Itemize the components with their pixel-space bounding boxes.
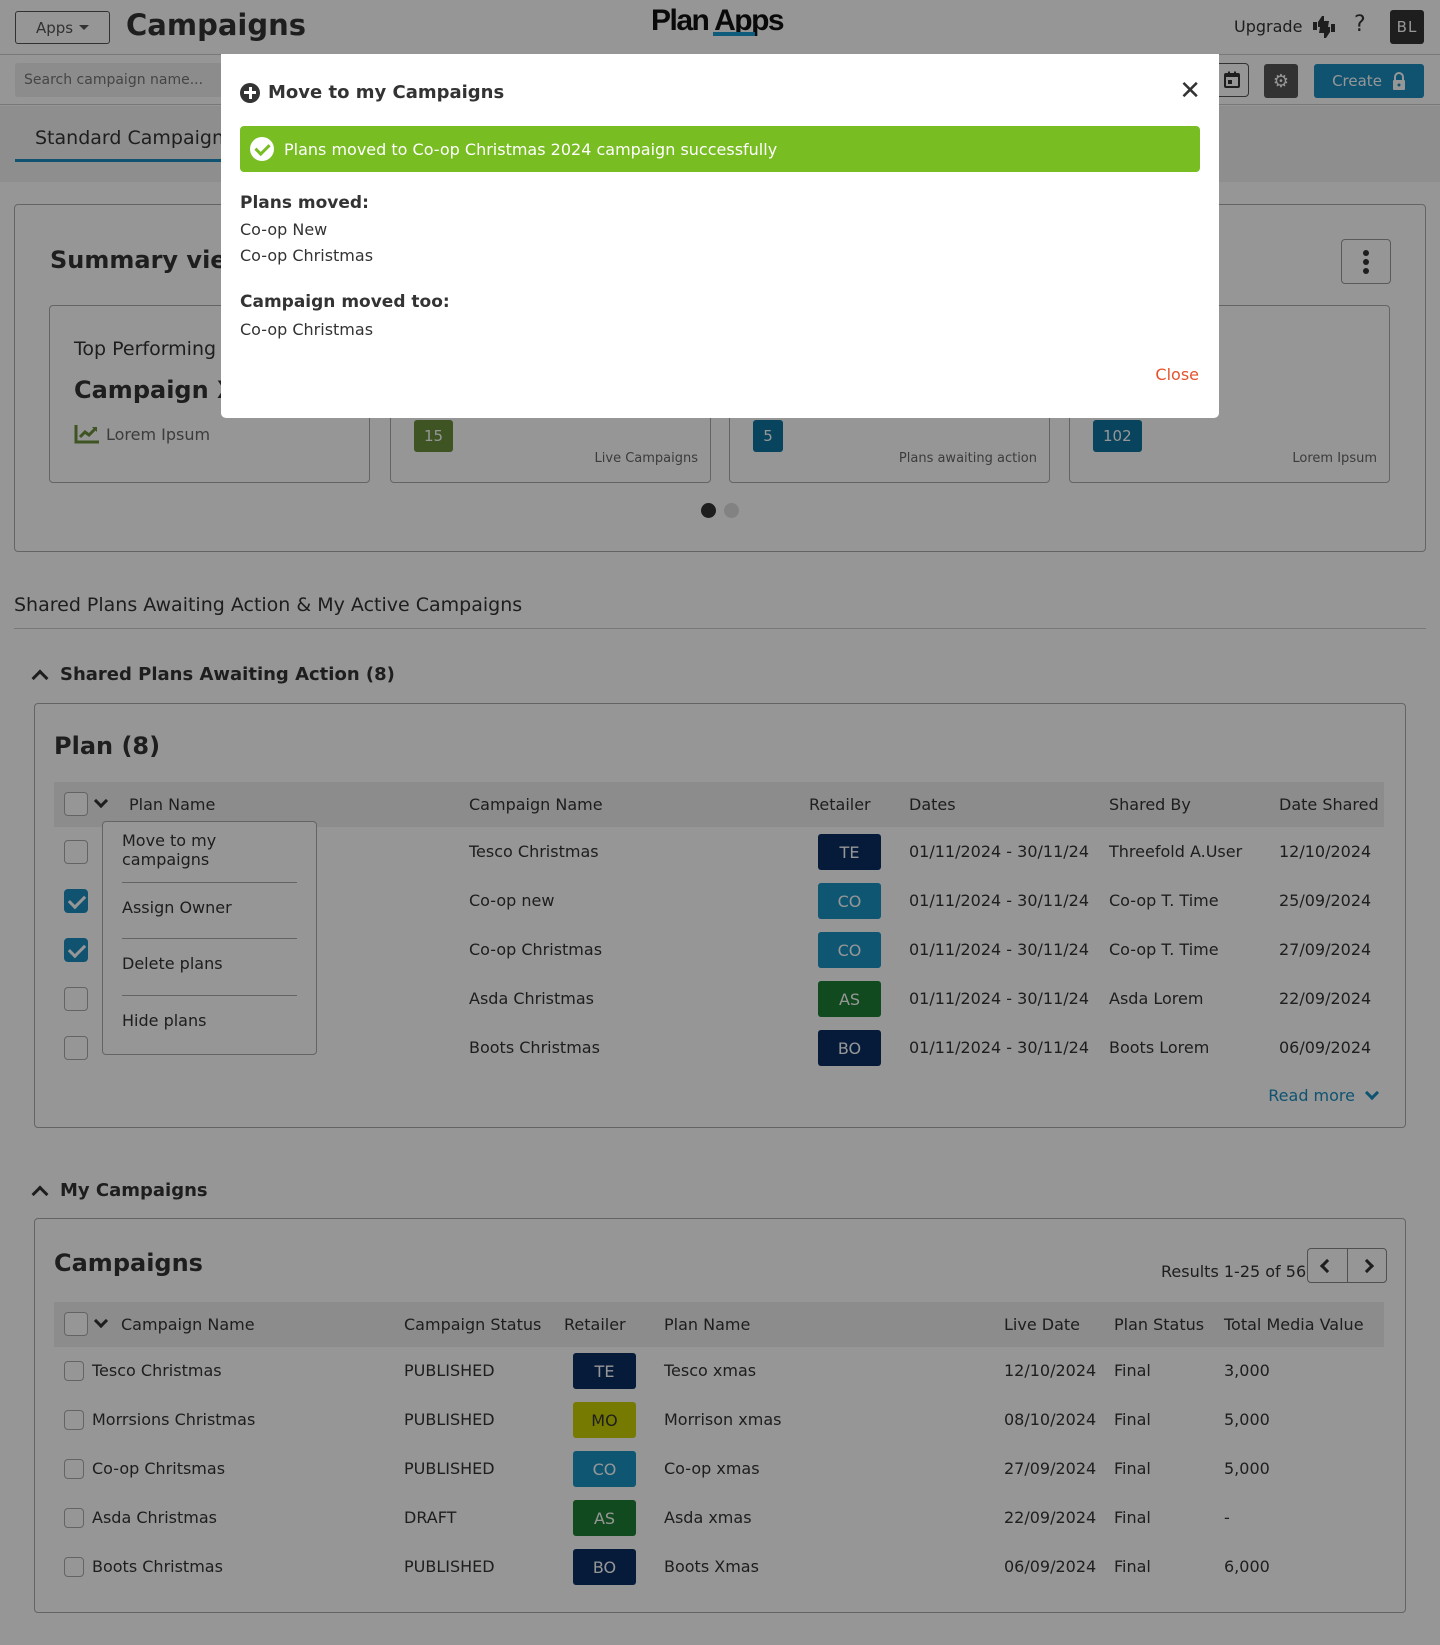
plans-moved-label: Plans moved: <box>240 193 369 213</box>
move-to-campaigns-modal: Move to my Campaigns ✕ Plans moved to Co… <box>221 54 1219 418</box>
success-alert: Plans moved to Co-op Christmas 2024 camp… <box>240 126 1200 172</box>
plans-moved-item: Co-op Christmas <box>240 246 374 265</box>
close-icon[interactable]: ✕ <box>1179 78 1201 104</box>
success-message: Plans moved to Co-op Christmas 2024 camp… <box>284 139 778 159</box>
modal-title: Move to my Campaigns <box>240 82 504 103</box>
plans-moved-item: Co-op New <box>240 220 328 239</box>
campaign-moved-label: Campaign moved too: <box>240 292 450 312</box>
check-circle-icon <box>250 137 274 161</box>
campaign-moved-item: Co-op Christmas <box>240 320 374 339</box>
plus-circle-icon <box>240 82 260 103</box>
close-button[interactable]: Close <box>1155 365 1199 384</box>
